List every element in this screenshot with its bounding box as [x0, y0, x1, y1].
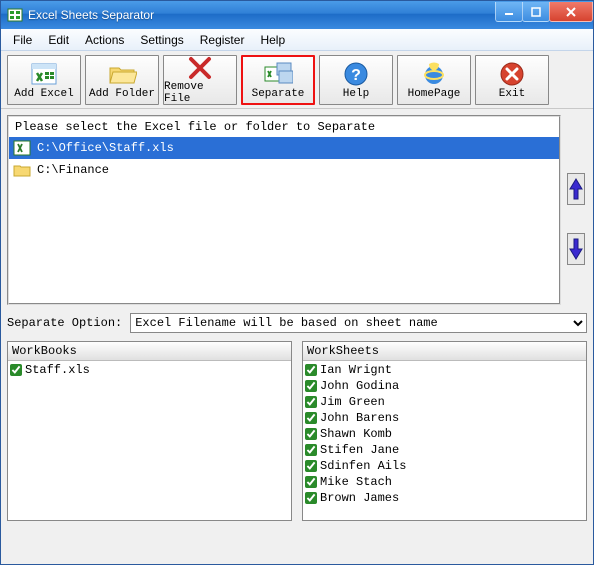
app-window: Excel Sheets Separator File Edit Actions… [0, 0, 594, 565]
worksheet-item[interactable]: Sdinfen Ails [305, 458, 584, 474]
remove-file-label: Remove File [164, 81, 236, 105]
help-icon: ? [343, 60, 369, 88]
separate-option-row: Separate Option: Excel Filename will be … [7, 311, 587, 335]
workbooks-header: WorkBooks [8, 342, 291, 361]
worksheet-item[interactable]: Ian Wrignt [305, 362, 584, 378]
help-label: Help [343, 88, 369, 100]
excel-file-icon [13, 140, 31, 156]
add-folder-label: Add Folder [89, 88, 155, 100]
menubar: File Edit Actions Settings Register Help [1, 29, 593, 51]
homepage-icon [421, 60, 447, 88]
worksheet-checkbox[interactable] [305, 492, 317, 504]
remove-file-button[interactable]: Remove File [163, 55, 237, 105]
worksheet-name: Stifen Jane [320, 443, 399, 457]
worksheet-checkbox[interactable] [305, 364, 317, 376]
file-list-panel: Please select the Excel file or folder t… [7, 115, 561, 305]
menu-actions[interactable]: Actions [77, 31, 132, 49]
worksheet-name: Mike Stach [320, 475, 392, 489]
exit-button[interactable]: Exit [475, 55, 549, 105]
worksheet-item[interactable]: Jim Green [305, 394, 584, 410]
worksheet-checkbox[interactable] [305, 412, 317, 424]
worksheet-name: Ian Wrignt [320, 363, 392, 377]
worksheet-item[interactable]: John Barens [305, 410, 584, 426]
menu-register[interactable]: Register [192, 31, 253, 49]
workbooks-body[interactable]: Staff.xls [8, 361, 291, 520]
folder-item[interactable]: C:\Finance [9, 159, 559, 181]
file-path: C:\Office\Staff.xls [37, 141, 174, 155]
file-list-header: Please select the Excel file or folder t… [9, 117, 559, 137]
workbook-checkbox[interactable] [10, 364, 22, 376]
worksheets-header: WorkSheets [303, 342, 586, 361]
excel-icon [30, 60, 58, 88]
menu-settings[interactable]: Settings [132, 31, 191, 49]
titlebar: Excel Sheets Separator [1, 1, 593, 29]
content-area: Please select the Excel file or folder t… [1, 109, 593, 564]
workbook-name: Staff.xls [25, 363, 90, 377]
worksheets-panel: WorkSheets Ian Wrignt John Godina Jim Gree… [302, 341, 587, 521]
move-down-button[interactable] [567, 233, 585, 265]
worksheet-checkbox[interactable] [305, 460, 317, 472]
worksheet-name: Jim Green [320, 395, 385, 409]
workbook-item[interactable]: Staff.xls [10, 362, 289, 378]
move-up-button[interactable] [567, 173, 585, 205]
menu-file[interactable]: File [5, 31, 40, 49]
app-icon [7, 7, 23, 23]
homepage-button[interactable]: HomePage [397, 55, 471, 105]
exit-icon [499, 60, 525, 88]
minimize-button[interactable] [495, 2, 523, 22]
reorder-arrows [567, 115, 587, 305]
workbooks-panel: WorkBooks Staff.xls [7, 341, 292, 521]
help-button[interactable]: ? Help [319, 55, 393, 105]
worksheet-checkbox[interactable] [305, 380, 317, 392]
add-excel-label: Add Excel [14, 88, 73, 100]
worksheet-item[interactable]: John Godina [305, 378, 584, 394]
separate-button[interactable]: Separate [241, 55, 315, 105]
separate-option-select[interactable]: Excel Filename will be based on sheet na… [130, 313, 587, 333]
list-panels: WorkBooks Staff.xls WorkSheets Ian Wrign… [7, 341, 587, 558]
menu-help[interactable]: Help [252, 31, 293, 49]
worksheet-name: Sdinfen Ails [320, 459, 406, 473]
file-item[interactable]: C:\Office\Staff.xls [9, 137, 559, 159]
maximize-button[interactable] [522, 2, 550, 22]
worksheet-item[interactable]: Brown James [305, 490, 584, 506]
folder-small-icon [13, 162, 31, 178]
close-button[interactable] [549, 2, 593, 22]
worksheet-name: John Barens [320, 411, 399, 425]
svg-text:?: ? [351, 67, 361, 84]
worksheet-checkbox[interactable] [305, 476, 317, 488]
separate-icon [263, 60, 293, 88]
worksheets-body[interactable]: Ian Wrignt John Godina Jim Green John Baren… [303, 361, 586, 520]
worksheet-name: Shawn Komb [320, 427, 392, 441]
add-folder-button[interactable]: Add Folder [85, 55, 159, 105]
separate-label: Separate [252, 88, 305, 100]
worksheet-checkbox[interactable] [305, 396, 317, 408]
menu-edit[interactable]: Edit [40, 31, 77, 49]
window-title: Excel Sheets Separator [28, 8, 496, 22]
add-excel-button[interactable]: Add Excel [7, 55, 81, 105]
worksheet-name: Brown James [320, 491, 399, 505]
worksheet-name: John Godina [320, 379, 399, 393]
folder-icon [107, 60, 137, 88]
worksheet-checkbox[interactable] [305, 444, 317, 456]
worksheet-item[interactable]: Mike Stach [305, 474, 584, 490]
window-controls [496, 2, 593, 22]
separate-option-label: Separate Option: [7, 316, 122, 330]
worksheet-item[interactable]: Shawn Komb [305, 426, 584, 442]
remove-icon [187, 55, 213, 81]
homepage-label: HomePage [408, 88, 461, 100]
worksheet-item[interactable]: Stifen Jane [305, 442, 584, 458]
exit-label: Exit [499, 88, 525, 100]
toolbar: Add Excel Add Folder Remove File Separat… [1, 51, 593, 109]
folder-path: C:\Finance [37, 163, 109, 177]
worksheet-checkbox[interactable] [305, 428, 317, 440]
